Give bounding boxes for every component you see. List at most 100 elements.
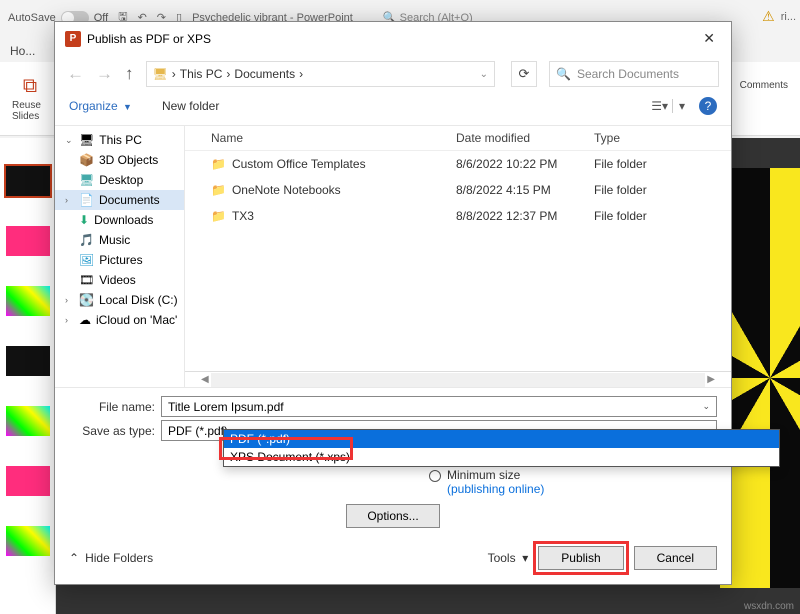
tree-documents[interactable]: ›📄Documents xyxy=(55,190,184,210)
horizontal-scrollbar[interactable]: ◀ ▶ xyxy=(185,371,731,387)
help-button[interactable]: ? xyxy=(699,97,717,115)
explorer: ⌄🖥This PC 📦3D Objects 🖥Desktop ›📄Documen… xyxy=(55,126,731,388)
dialog-footer: ⌃ Hide Folders Tools ▾ Publish Cancel xyxy=(55,536,731,584)
tree-thispc[interactable]: ⌄🖥This PC xyxy=(55,130,184,150)
crumb-sep: › xyxy=(299,67,303,81)
file-date: 8/8/2022 4:15 PM xyxy=(448,179,586,201)
highlight-box xyxy=(219,437,353,460)
slide-thumb-3[interactable] xyxy=(6,286,50,316)
watermark: wsxdn.com xyxy=(744,601,794,612)
ribbon-comments[interactable]: Comments xyxy=(736,78,792,120)
crumb-documents[interactable]: Documents xyxy=(234,67,295,81)
tree-videos[interactable]: 🎞Videos xyxy=(55,270,184,290)
dialog-titlebar: P Publish as PDF or XPS ✕ xyxy=(55,22,731,55)
scroll-track[interactable] xyxy=(211,373,706,387)
file-date: 8/6/2022 10:22 PM xyxy=(448,153,586,175)
powerpoint-icon: P xyxy=(65,31,81,47)
folder-icon: 📁 xyxy=(211,183,226,197)
slide-thumb-7[interactable] xyxy=(6,526,50,556)
slide-thumb-4[interactable] xyxy=(6,346,50,376)
crumb-sep: › xyxy=(226,67,230,81)
file-row[interactable]: 📁 OneNote Notebooks 8/8/2022 4:15 PM File… xyxy=(185,177,731,203)
search-placeholder: Search Documents xyxy=(577,67,679,81)
address-bar[interactable]: 🖥 › This PC › Documents › ⌄ xyxy=(146,61,496,87)
tree-desktop[interactable]: 🖥Desktop xyxy=(55,170,184,190)
filename-value: Title Lorem Ipsum.pdf xyxy=(168,400,284,414)
cancel-button[interactable]: Cancel xyxy=(634,546,717,570)
dropdown-caret-icon[interactable]: ⌄ xyxy=(480,69,488,80)
file-name: OneNote Notebooks xyxy=(232,183,341,197)
publish-button[interactable]: Publish xyxy=(538,546,623,570)
tree-pictures[interactable]: 🖼Pictures xyxy=(55,250,184,270)
autosave-label: AutoSave xyxy=(8,12,56,24)
account-area[interactable]: ⚠ ri... xyxy=(762,8,796,25)
crumb-thispc[interactable]: This PC xyxy=(180,67,223,81)
saveas-value: PDF (*.pdf) xyxy=(168,424,228,438)
file-type: File folder xyxy=(586,179,731,201)
close-button[interactable]: ✕ xyxy=(697,28,721,49)
slide-art-2 xyxy=(720,168,800,588)
file-date: 8/8/2022 12:37 PM xyxy=(448,205,586,227)
up-button[interactable]: ↑ xyxy=(125,64,134,84)
file-list[interactable]: Name Date modified Type 📁 Custom Office T… xyxy=(185,126,731,387)
view-button[interactable]: ☰▾ ▾ xyxy=(651,99,685,113)
radio-icon[interactable] xyxy=(429,470,441,482)
file-name: TX3 xyxy=(232,209,254,223)
chevron-up-icon: ⌃ xyxy=(69,551,79,565)
nav-bar: ← → ↑ 🖥 › This PC › Documents › ⌄ ⟳ 🔍 Se… xyxy=(55,55,731,93)
file-name: Custom Office Templates xyxy=(232,157,366,171)
saveas-label: Save as type: xyxy=(69,424,161,438)
crumb-sep: › xyxy=(172,67,176,81)
organize-button[interactable]: Organize ▼ xyxy=(69,99,132,113)
tools-button[interactable]: Tools ▾ xyxy=(488,551,529,565)
search-icon: 🔍 xyxy=(556,67,571,81)
slide-thumb-6[interactable] xyxy=(6,466,50,496)
slide-thumbnails[interactable] xyxy=(0,138,56,614)
refresh-button[interactable]: ⟳ xyxy=(511,61,537,87)
col-date[interactable]: Date modified xyxy=(448,126,586,150)
col-name[interactable]: Name xyxy=(203,126,448,150)
file-type: File folder xyxy=(586,205,731,227)
slide-thumb-1[interactable] xyxy=(6,166,50,196)
dialog-title: Publish as PDF or XPS xyxy=(87,32,211,46)
filename-label: File name: xyxy=(69,400,161,414)
forward-button[interactable]: → xyxy=(96,64,113,84)
scroll-right-icon[interactable]: ▶ xyxy=(705,374,717,385)
file-row[interactable]: 📁 Custom Office Templates 8/6/2022 10:22 … xyxy=(185,151,731,177)
tree-3dobjects[interactable]: 📦3D Objects xyxy=(55,150,184,170)
new-folder-button[interactable]: New folder xyxy=(162,99,219,113)
publish-dialog: P Publish as PDF or XPS ✕ ← → ↑ 🖥 › This… xyxy=(54,21,732,585)
caret-icon: ▼ xyxy=(123,102,132,112)
reuse-label: Reuse Slides xyxy=(12,100,48,122)
optimize-minimum-radio[interactable]: Minimum size (publishing online) xyxy=(69,468,717,496)
folder-icon: 🖥 xyxy=(153,67,168,81)
toolbar: Organize ▼ New folder ☰▾ ▾ ? xyxy=(55,93,731,126)
tree-icloud[interactable]: ›☁iCloud on 'Mac' xyxy=(55,310,184,330)
reuse-icon: ⧉ xyxy=(23,75,37,98)
search-documents-input[interactable]: 🔍 Search Documents xyxy=(549,61,719,87)
tree-music[interactable]: 🎵Music xyxy=(55,230,184,250)
folder-tree[interactable]: ⌄🖥This PC 📦3D Objects 🖥Desktop ›📄Documen… xyxy=(55,126,185,387)
dropdown-icon[interactable]: ⌄ xyxy=(702,401,710,412)
slide-thumb-2[interactable] xyxy=(6,226,50,256)
scroll-left-icon[interactable]: ◀ xyxy=(199,374,211,385)
tree-downloads[interactable]: ⬇Downloads xyxy=(55,210,184,230)
ribbon-reuse-slides[interactable]: ⧉ Reuse Slides xyxy=(8,73,52,124)
file-type: File folder xyxy=(586,153,731,175)
folder-icon: 📁 xyxy=(211,209,226,223)
filename-input[interactable]: Title Lorem Ipsum.pdf ⌄ xyxy=(161,396,717,417)
optimize-min-sub: (publishing online) xyxy=(447,482,544,496)
hide-folders-button[interactable]: ⌃ Hide Folders xyxy=(69,551,153,565)
slide-thumb-5[interactable] xyxy=(6,406,50,436)
warning-icon: ⚠ xyxy=(762,8,775,25)
col-type[interactable]: Type xyxy=(586,126,731,150)
back-button[interactable]: ← xyxy=(67,64,84,84)
comments-label: Comments xyxy=(740,80,788,91)
file-row[interactable]: 📁 TX3 8/8/2022 12:37 PM File folder xyxy=(185,203,731,229)
optimize-min-label: Minimum size xyxy=(447,468,544,482)
options-button[interactable]: Options... xyxy=(346,504,439,528)
file-list-header[interactable]: Name Date modified Type xyxy=(185,126,731,151)
account-name: ri... xyxy=(781,11,796,23)
folder-icon: 📁 xyxy=(211,157,226,171)
tree-localdisk[interactable]: ›💽Local Disk (C:) xyxy=(55,290,184,310)
